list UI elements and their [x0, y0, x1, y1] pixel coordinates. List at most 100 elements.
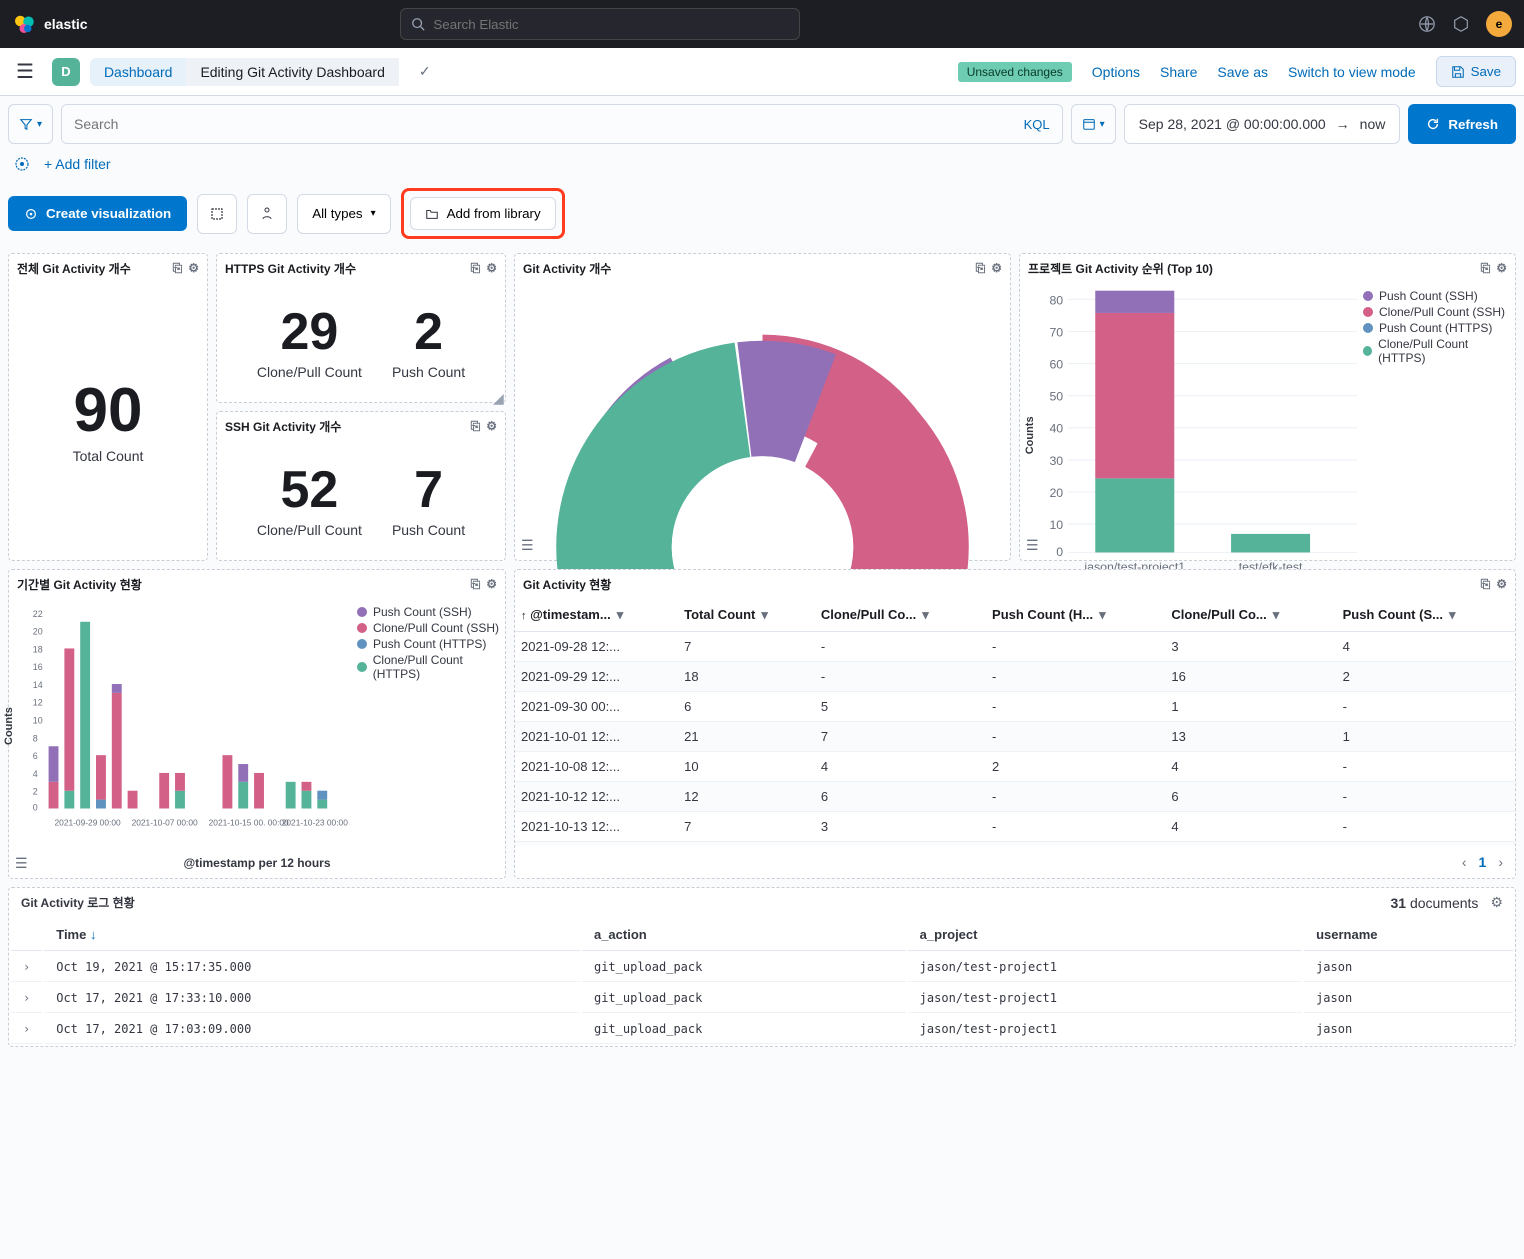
expand-row-icon[interactable]: › [11, 984, 42, 1013]
table-cell: 12 [678, 782, 815, 812]
table-row[interactable]: 2021-09-29 12:...18--162 [515, 662, 1515, 692]
global-search-input[interactable] [433, 17, 789, 32]
legend-toggle-icon[interactable]: ☰ [15, 855, 28, 872]
panel-filter-icon[interactable]: ⎘ [1481, 261, 1491, 276]
panel-activity-table[interactable]: Git Activity 현황 ⎘⚙ ↑ @timestam...▾Total … [514, 569, 1516, 879]
log-user: jason [1304, 1015, 1513, 1044]
refresh-label: Refresh [1448, 117, 1498, 132]
table-header[interactable]: Clone/Pull Co...▾ [815, 599, 986, 632]
col-time[interactable]: Time ↓ [44, 919, 580, 951]
table-row[interactable]: 2021-10-13 12:...73-4- [515, 812, 1515, 842]
folder-open-icon [425, 207, 439, 221]
panel-project-ranking[interactable]: 프로젝트 Git Activity 순위 (Top 10) ⎘⚙ Counts … [1019, 253, 1516, 561]
panel-gear-icon[interactable]: ⚙ [1496, 261, 1507, 276]
svg-text:50: 50 [1049, 390, 1063, 404]
table-header[interactable]: Total Count▾ [678, 599, 815, 632]
table-header[interactable]: Push Count (H...▾ [986, 599, 1165, 632]
pager-next[interactable]: › [1498, 854, 1503, 870]
nav-toggle-icon[interactable]: ☰ [8, 53, 42, 90]
legend-toggle-icon[interactable]: ☰ [521, 537, 534, 554]
panel-gear-icon[interactable]: ⚙ [188, 261, 199, 276]
refresh-icon [1426, 117, 1440, 131]
ml-tool-button[interactable] [247, 194, 287, 234]
filter-settings-icon[interactable] [14, 156, 30, 172]
table-cell: - [986, 782, 1165, 812]
elastic-logo-icon [12, 12, 36, 36]
panel-filter-icon[interactable]: ⎘ [471, 419, 481, 434]
table-cell: 2021-10-08 12:... [515, 752, 678, 782]
col-action[interactable]: a_action [582, 919, 906, 951]
panel-filter-icon[interactable]: ⎘ [173, 261, 183, 276]
panel-filter-icon[interactable]: ⎘ [1481, 577, 1491, 592]
panel-filter-icon[interactable]: ⎘ [471, 577, 481, 592]
table-header[interactable]: Push Count (S...▾ [1337, 599, 1515, 632]
all-types-select[interactable]: All types ▾ [297, 194, 390, 234]
col-user[interactable]: username [1304, 919, 1513, 951]
panel-filter-icon[interactable]: ⎘ [976, 261, 986, 276]
log-row[interactable]: ›Oct 17, 2021 @ 17:33:10.000git_upload_p… [11, 984, 1513, 1013]
breadcrumb-dashboard[interactable]: Dashboard [90, 58, 187, 86]
panel-total-activity[interactable]: 전체 Git Activity 개수 ⎘⚙ 90 Total Count [8, 253, 208, 561]
panel-https-activity[interactable]: HTTPS Git Activity 개수 ⎘⚙ 29 Clone/Pull C… [216, 253, 506, 403]
panel-ssh-activity[interactable]: SSH Git Activity 개수 ⎘⚙ 52 Clone/Pull Cou… [216, 411, 506, 561]
panel-gear-icon[interactable]: ⚙ [486, 577, 497, 592]
kql-toggle[interactable]: KQL [1024, 117, 1050, 132]
table-cell: - [986, 632, 1165, 662]
panel-gear-icon[interactable]: ⚙ [486, 261, 497, 276]
add-filter-button[interactable]: + Add filter [44, 156, 111, 172]
col-project[interactable]: a_project [908, 919, 1302, 951]
resize-handle[interactable]: ◢ [493, 390, 503, 400]
save-as-button[interactable]: Save as [1217, 64, 1268, 80]
filter-controls-button[interactable]: ▾ [8, 104, 53, 144]
create-visualization-button[interactable]: Create visualization [8, 196, 187, 231]
pager-current[interactable]: 1 [1479, 854, 1487, 870]
table-row[interactable]: 2021-10-01 12:...217-131 [515, 722, 1515, 752]
log-row[interactable]: ›Oct 19, 2021 @ 15:17:35.000git_upload_p… [11, 953, 1513, 982]
help-icon[interactable] [1452, 15, 1470, 33]
panel-gear-icon[interactable]: ⚙ [1496, 577, 1507, 592]
save-button[interactable]: Save [1436, 56, 1516, 87]
table-header[interactable]: Clone/Pull Co...▾ [1165, 599, 1336, 632]
svg-text:22: 22 [33, 609, 43, 619]
expand-row-icon[interactable]: › [11, 953, 42, 982]
table-row[interactable]: 2021-09-28 12:...7--34 [515, 632, 1515, 662]
panel-pie-activity[interactable]: Git Activity 개수 ⎘⚙ ☰ [514, 253, 1011, 561]
elastic-logo[interactable]: elastic [12, 12, 88, 36]
date-range[interactable]: Sep 28, 2021 @ 00:00:00.000 → now [1124, 104, 1401, 144]
refresh-button[interactable]: Refresh [1408, 104, 1516, 144]
svg-text:70: 70 [1049, 325, 1063, 339]
panel-gear-icon[interactable]: ⚙ [486, 419, 497, 434]
svg-text:20: 20 [33, 627, 43, 637]
date-quick-select[interactable]: ▾ [1071, 104, 1116, 144]
table-row[interactable]: 2021-10-12 12:...126-6- [515, 782, 1515, 812]
panel-gear-icon[interactable]: ⚙ [991, 261, 1002, 276]
query-input[interactable] [74, 116, 1024, 132]
table-cell: 4 [1337, 632, 1515, 662]
https-clone-label: Clone/Pull Count [257, 364, 362, 380]
table-header[interactable]: ↑ @timestam...▾ [515, 599, 678, 632]
options-button[interactable]: Options [1092, 64, 1140, 80]
logs-table: Time ↓ a_action a_project username ›Oct … [9, 917, 1515, 1046]
panel-time-histogram[interactable]: 기간별 Git Activity 현황 ⎘⚙ Counts 2220181614… [8, 569, 506, 879]
add-from-library-button[interactable]: Add from library [410, 197, 556, 230]
table-row[interactable]: 2021-10-08 12:...10424- [515, 752, 1515, 782]
switch-view-button[interactable]: Switch to view mode [1288, 64, 1416, 80]
space-badge[interactable]: D [52, 58, 80, 86]
panel-filter-icon[interactable]: ⎘ [471, 261, 481, 276]
panel-logs[interactable]: Git Activity 로그 현황 31 documents ⚙ Time ↓… [8, 887, 1516, 1047]
table-row[interactable]: 2021-09-30 00:...65-1- [515, 692, 1515, 722]
newsfeed-icon[interactable] [1418, 15, 1436, 33]
panel-gear-icon[interactable]: ⚙ [1490, 894, 1503, 911]
expand-row-icon[interactable]: › [11, 1015, 42, 1044]
table-cell: - [1337, 752, 1515, 782]
log-row[interactable]: ›Oct 17, 2021 @ 17:03:09.000git_upload_p… [11, 1015, 1513, 1044]
select-tool-button[interactable] [197, 194, 237, 234]
query-input-wrapper[interactable]: KQL [61, 104, 1063, 144]
pager-prev[interactable]: ‹ [1462, 854, 1467, 870]
svg-text:2021-10-15 00. 00:00: 2021-10-15 00. 00:00 [209, 817, 289, 827]
share-button[interactable]: Share [1160, 64, 1197, 80]
legend-toggle-icon[interactable]: ☰ [1026, 537, 1039, 554]
table-cell: 7 [678, 812, 815, 842]
user-avatar[interactable]: e [1486, 11, 1512, 37]
global-search[interactable] [400, 8, 800, 40]
